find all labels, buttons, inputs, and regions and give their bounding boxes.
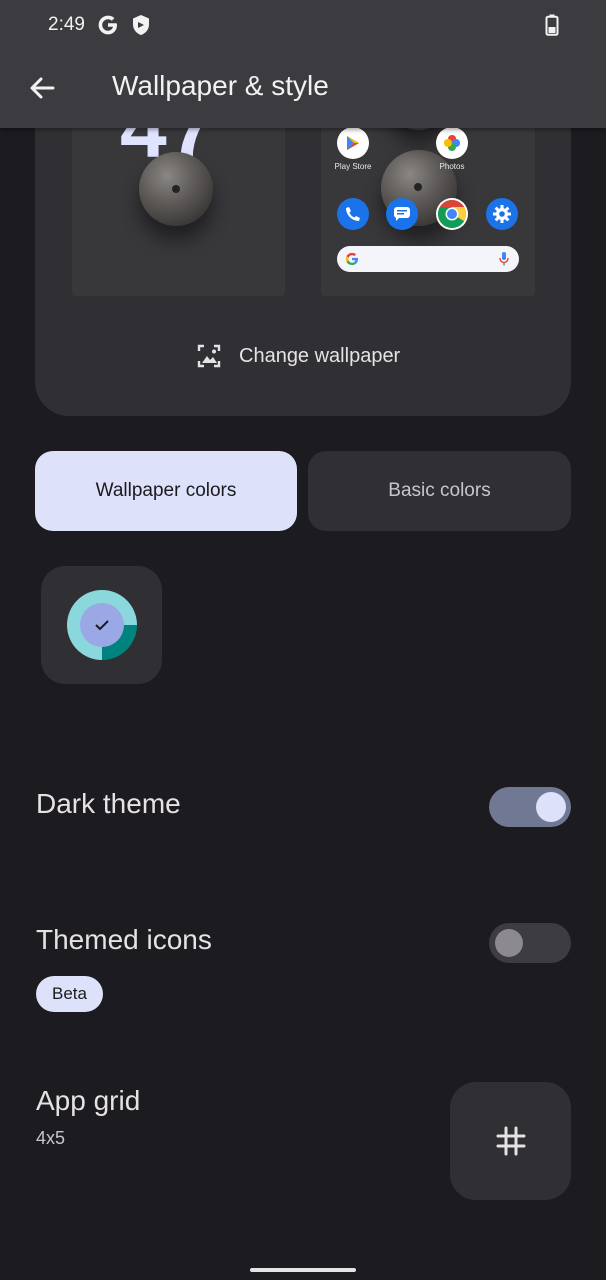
battery-icon — [545, 14, 559, 36]
play-store-icon — [337, 127, 369, 159]
grid-hash-icon — [496, 1126, 525, 1156]
themed-icons-toggle[interactable] — [489, 923, 571, 963]
toggle-thumb — [536, 792, 566, 822]
page-title: Wallpaper & style — [112, 70, 329, 101]
home-search-bar — [337, 246, 519, 272]
photos-icon — [436, 127, 468, 159]
phone-icon — [337, 198, 369, 230]
app-grid-value: 4x5 — [36, 1128, 66, 1148]
app-grid-label[interactable]: App grid — [36, 1085, 140, 1117]
dark-theme-toggle[interactable] — [489, 787, 571, 827]
app-grid-button[interactable] — [450, 1082, 571, 1200]
themed-icons-label: Themed icons — [36, 924, 212, 955]
messages-icon — [386, 198, 418, 230]
lock-screen-preview[interactable]: 47 — [72, 100, 285, 296]
mic-icon — [499, 252, 509, 266]
color-option-swatch[interactable] — [41, 566, 162, 684]
change-wallpaper-label: Change wallpaper — [239, 344, 401, 367]
settings-icon — [486, 198, 518, 230]
color-palette-swatch — [66, 590, 137, 660]
dark-theme-label: Dark theme — [36, 788, 181, 819]
shield-icon — [133, 15, 149, 35]
app-top-bar: 2:49 Wallpaper & style — [0, 0, 606, 128]
toggle-thumb — [495, 929, 523, 957]
tab-basic-colors[interactable]: Basic colors — [308, 451, 571, 531]
wallpaper-sphere — [139, 152, 213, 226]
app-play-store: Play Store — [323, 127, 383, 171]
arrow-back-icon[interactable] — [26, 72, 58, 104]
wallpaper-style-screen: 47 Play Store Photos Change wallpaper 2:… — [0, 0, 606, 1280]
change-wallpaper-button[interactable]: Change wallpaper — [195, 340, 400, 372]
gesture-nav-handle[interactable] — [250, 1268, 356, 1272]
app-photos: Photos — [422, 127, 482, 171]
beta-badge: Beta — [36, 976, 103, 1012]
app-settings — [472, 198, 532, 230]
google-icon — [98, 15, 117, 35]
chrome-icon — [436, 198, 468, 230]
google-g-icon — [345, 252, 358, 265]
status-time: 2:49 — [48, 14, 85, 35]
tab-wallpaper-colors[interactable]: Wallpaper colors — [35, 451, 297, 531]
wallpaper-icon — [197, 344, 221, 368]
